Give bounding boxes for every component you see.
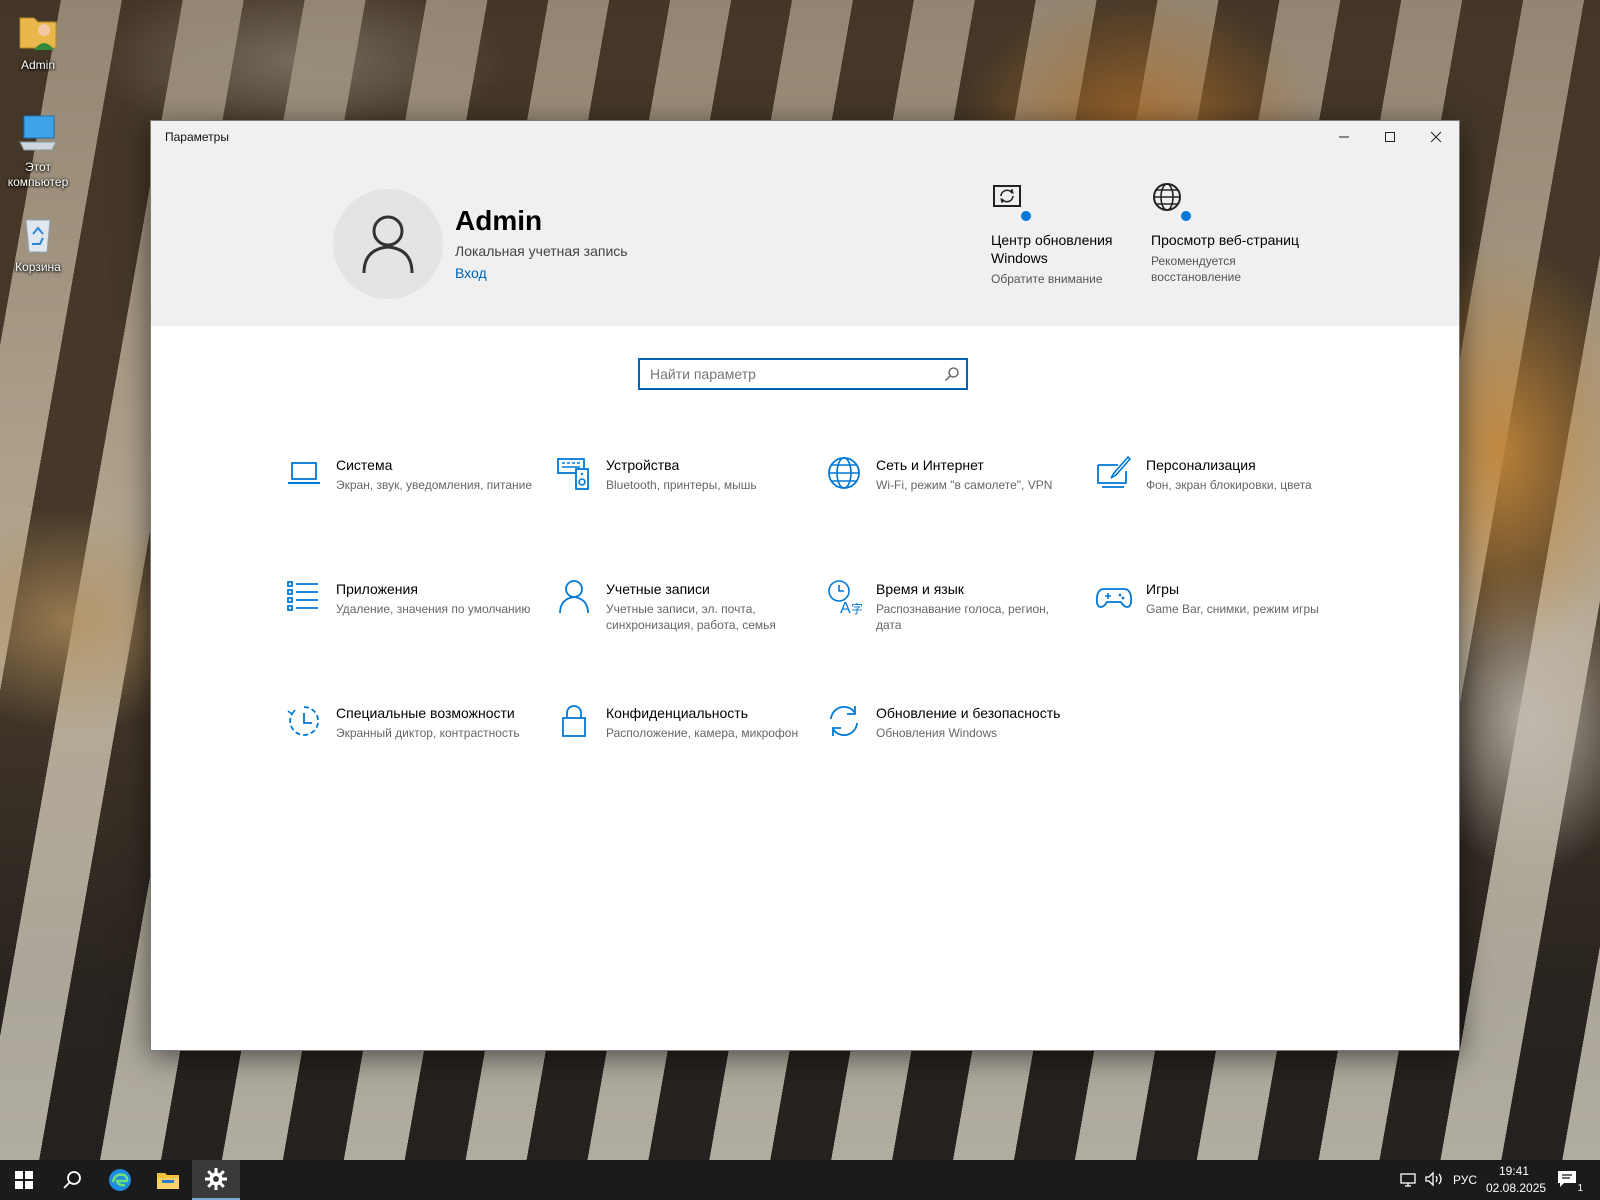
category-name: Специальные возможности (336, 705, 515, 721)
taskbar: РУС 19:41 02.08.2025 1 (0, 1160, 1600, 1200)
category-name: Система (336, 457, 393, 473)
user-folder-icon (16, 10, 60, 54)
category-desc: Bluetooth, принтеры, мышь (606, 478, 757, 492)
category-name: Конфиденциальность (606, 705, 749, 721)
globe-icon (1151, 181, 1193, 223)
language-indicator[interactable]: РУС (1453, 1173, 1477, 1187)
search-box[interactable] (638, 358, 968, 390)
taskbar-file-explorer[interactable] (144, 1160, 192, 1200)
paint-icon (1096, 455, 1132, 491)
category-desc: Экранный диктор, контрастность (336, 726, 520, 740)
category-desc: Удаление, значения по умолчанию (336, 602, 531, 616)
window-title: Параметры (165, 130, 229, 144)
account-type: Локальная учетная запись (455, 243, 628, 259)
time-language-icon: A字 (826, 579, 863, 617)
volume-tray-icon[interactable] (1424, 1171, 1444, 1192)
lock-icon (556, 703, 592, 739)
windows-start-icon (15, 1171, 33, 1189)
category-system[interactable]: Система Экран, звук, уведомления, питани… (286, 455, 536, 493)
settings-gear-icon (205, 1168, 227, 1190)
category-apps[interactable]: Приложения Удаление, значения по умолчан… (286, 579, 536, 617)
category-name: Сеть и Интернет (876, 457, 984, 473)
avatar[interactable] (333, 189, 443, 299)
desktop-icon-admin[interactable]: Admin (0, 10, 76, 73)
category-desc: Распознавание голоса, регион, дата (876, 602, 1050, 632)
category-desc: Wi-Fi, режим "в самолете", VPN (876, 478, 1053, 492)
accessibility-icon (286, 703, 322, 739)
apps-list-icon (286, 579, 322, 615)
tile-web-browsing[interactable]: Просмотр веб-страниц Рекомендуется восст… (1151, 181, 1301, 285)
title-bar[interactable]: Параметры (151, 121, 1459, 153)
tile-subtitle: Обратите внимание (991, 272, 1103, 286)
category-name: Устройства (606, 457, 680, 473)
file-explorer-icon (157, 1173, 179, 1189)
search-icon (63, 1171, 81, 1189)
category-desc: Экран, звук, уведомления, питание (336, 478, 533, 492)
category-gaming[interactable]: Игры Game Bar, снимки, режим игры (1095, 579, 1346, 617)
category-name: Время и язык (876, 581, 964, 597)
category-desc: Фон, экран блокировки, цвета (1146, 478, 1312, 492)
category-personalization[interactable]: Персонализация Фон, экран блокировки, цв… (1096, 455, 1346, 493)
category-desc: Расположение, камера, микрофон (606, 726, 799, 740)
devices-icon (556, 455, 592, 491)
person-icon (556, 579, 592, 615)
category-name: Обновление и безопасность (876, 705, 1061, 721)
search-icon (944, 366, 960, 387)
category-devices[interactable]: Устройства Bluetooth, принтеры, мышь (556, 455, 806, 493)
category-accessibility[interactable]: Специальные возможности Экранный диктор,… (286, 703, 536, 741)
category-network[interactable]: Сеть и Интернет Wi-Fi, режим "в самолете… (826, 455, 1076, 493)
maximize-button[interactable] (1367, 121, 1413, 153)
minimize-button[interactable] (1321, 121, 1367, 153)
clock-date[interactable]: 02.08.2025 (1486, 1181, 1546, 1195)
category-time-language[interactable]: A字 Время и язык Распознавание голоса, ре… (826, 579, 1076, 633)
settings-window: Параметры Admin Локальная учетная запись… (150, 120, 1460, 1051)
notification-icon (1558, 1171, 1576, 1187)
category-privacy[interactable]: Конфиденциальность Расположение, камера,… (556, 703, 806, 741)
account-name: Admin (455, 205, 543, 236)
sync-icon (826, 703, 862, 739)
tile-windows-update[interactable]: Центр обновления Windows Обратите вниман… (991, 181, 1141, 287)
desktop-icon-computer[interactable]: Этот компьютер (0, 112, 76, 190)
close-icon (1430, 131, 1442, 143)
tile-name: Центр обновления Windows (991, 232, 1113, 266)
category-desc: Game Bar, снимки, режим игры (1146, 602, 1319, 616)
start-button[interactable] (0, 1160, 48, 1200)
notification-count: 1 (1577, 1183, 1583, 1194)
signin-link[interactable]: Вход (455, 265, 487, 281)
user-icon (362, 215, 414, 274)
action-center-button[interactable]: 1 (1557, 1170, 1583, 1194)
category-update-security[interactable]: Обновление и безопасность Обновления Win… (826, 703, 1076, 741)
minimize-icon (1339, 136, 1349, 138)
desktop-icon-recycle-bin[interactable]: Корзина (0, 212, 76, 275)
network-tray-icon[interactable] (1400, 1171, 1418, 1192)
globe-icon (826, 455, 862, 491)
computer-icon (16, 112, 60, 156)
taskbar-edge[interactable] (96, 1160, 144, 1200)
category-name: Приложения (336, 581, 418, 597)
tile-name: Просмотр веб-страниц (1151, 232, 1299, 248)
category-desc: Учетные записи, эл. почта, синхронизация… (606, 602, 776, 632)
taskbar-search-button[interactable] (48, 1160, 96, 1200)
windows-update-icon (991, 181, 1033, 223)
category-name: Учетные записи (606, 581, 710, 597)
maximize-icon (1385, 132, 1395, 142)
category-name: Игры (1146, 581, 1180, 597)
category-accounts[interactable]: Учетные записи Учетные записи, эл. почта… (556, 579, 806, 633)
edge-icon (109, 1169, 131, 1191)
category-name: Персонализация (1146, 457, 1256, 473)
clock-time[interactable]: 19:41 (1499, 1164, 1529, 1178)
taskbar-settings[interactable] (192, 1160, 240, 1200)
gamepad-icon (1095, 579, 1133, 615)
category-desc: Обновления Windows (876, 726, 998, 740)
close-button[interactable] (1413, 121, 1459, 153)
tile-subtitle: Рекомендуется восстановление (1151, 254, 1242, 284)
desktop-icon-label: Этот компьютер (7, 160, 69, 189)
svg-text:字: 字 (851, 601, 862, 615)
desktop-icon-label: Admin (20, 58, 55, 72)
search-input[interactable] (640, 360, 930, 388)
recycle-bin-icon (16, 212, 60, 256)
laptop-icon (286, 455, 322, 491)
svg-text:A: A (840, 600, 851, 615)
desktop-icon-label: Корзина (15, 260, 61, 274)
